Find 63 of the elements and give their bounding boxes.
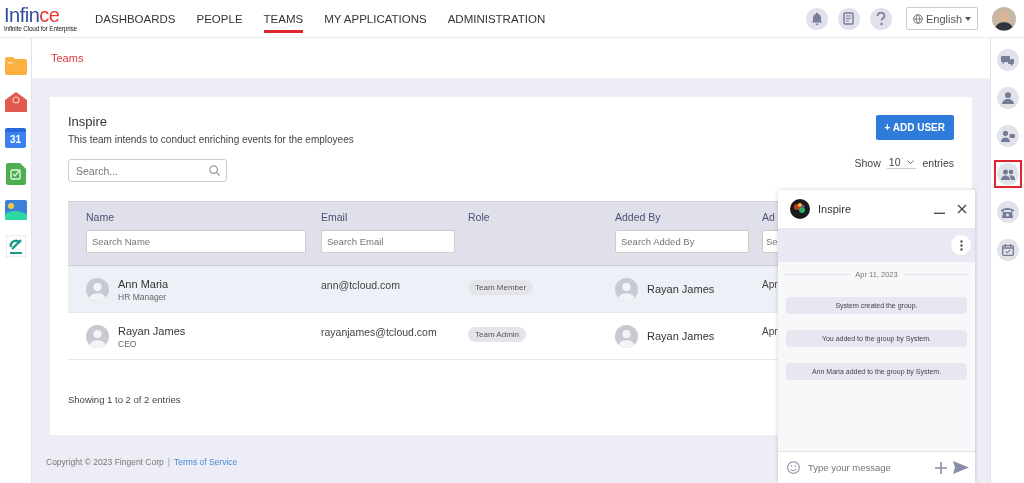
table-cell: Apr: [762, 326, 778, 337]
help-icon[interactable]: [869, 7, 892, 30]
column-header: Email: [321, 211, 349, 223]
search-field[interactable]: Search...: [68, 159, 227, 182]
table-info: Showing 1 to 2 of 2 entries: [68, 394, 182, 405]
nav-tab[interactable]: ADMINISTRATION: [447, 5, 546, 33]
group-icon[interactable]: [993, 160, 1022, 188]
avatar-icon: [615, 324, 638, 348]
nav-tab[interactable]: PEOPLE: [196, 5, 243, 33]
message-input[interactable]: Type your message: [806, 461, 929, 474]
avatar-icon: [86, 325, 109, 348]
calendar-app-icon[interactable]: 31: [5, 128, 26, 148]
search-icon: [209, 165, 220, 176]
separator: |: [167, 457, 170, 467]
team-title: Inspire: [68, 114, 109, 129]
notification-bell-icon[interactable]: [805, 7, 828, 30]
member-email: ann@tcloud.com: [321, 279, 400, 291]
table-cell: Apr: [762, 279, 778, 290]
caret-icon: [965, 16, 971, 21]
member-name: Ann Maria: [118, 278, 169, 290]
breadcrumb[interactable]: Teams: [51, 52, 84, 64]
nav-tab[interactable]: DASHBOARDS: [95, 5, 176, 33]
mail-icon[interactable]: [4, 92, 27, 112]
column-filter-field[interactable]: Search Name: [86, 230, 306, 253]
page-length-select[interactable]: 10: [886, 156, 917, 169]
show-label: Show: [854, 156, 881, 169]
member-name: Rayan James: [118, 325, 186, 337]
column-header: Added By: [615, 211, 662, 223]
gallery-icon[interactable]: [4, 200, 27, 220]
entries-label: entries: [922, 156, 954, 169]
nav-tab[interactable]: TEAMS: [263, 5, 304, 33]
column-header: Ad: [762, 211, 776, 223]
close-icon[interactable]: [957, 204, 967, 214]
send-icon[interactable]: [953, 461, 969, 474]
member-title: CEO: [118, 339, 138, 349]
add-user-button[interactable]: + ADD USER: [875, 115, 954, 140]
avatar-icon: [615, 277, 638, 301]
team-description: This team intends to conduct enriching events for the employees: [68, 134, 354, 145]
logo-wordmark: Infince: [4, 5, 60, 25]
added-by-name: Rayan James: [647, 283, 715, 295]
added-by-name: Rayan James: [647, 330, 715, 342]
plus-icon[interactable]: [935, 461, 947, 474]
emoji-icon[interactable]: [787, 461, 800, 474]
task-icon[interactable]: [5, 163, 26, 185]
user-avatar-icon[interactable]: [992, 6, 1016, 31]
column-filter-field[interactable]: Search Email: [321, 230, 455, 253]
avatar-icon: [86, 278, 109, 301]
copyright-text: Copyright © 2023 Fingent Corp: [46, 457, 164, 467]
chevron-icon: [907, 159, 915, 165]
nav-tab[interactable]: MY APPLICATIONS: [324, 5, 427, 33]
member-title: HR Manager: [118, 292, 168, 302]
member-email: rayanjames@tcloud.com: [321, 326, 437, 338]
column-filter-field[interactable]: Search Added By: [615, 230, 749, 253]
role-badge: Team Admin: [468, 327, 527, 342]
role-badge: Team Member: [468, 280, 534, 295]
column-header: Role: [468, 211, 491, 223]
notes-icon[interactable]: [837, 7, 860, 30]
column-header: Name: [86, 211, 115, 223]
language-select[interactable]: English: [905, 7, 978, 30]
more-options-icon[interactable]: [951, 235, 971, 255]
app-logo-icon[interactable]: [5, 235, 26, 257]
chat-title: Inspire: [818, 203, 853, 215]
globe-icon: [912, 13, 923, 24]
